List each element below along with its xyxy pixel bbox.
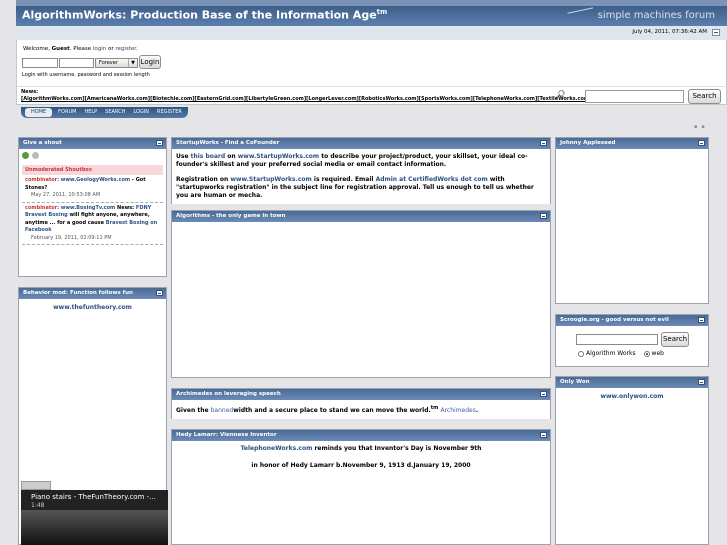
video-tab [21,481,51,490]
collapse-icon[interactable] [156,290,163,296]
startupworks-link[interactable]: www.StartupWorks.com [238,153,319,160]
hedy-line-1: TelephoneWorks.com reminds you that Inve… [240,445,482,452]
shoutbox-panel: Give a shout Unmoderated Shoutbox combin… [18,137,167,277]
unmoderated-label: Unmoderated Shoutbox [22,165,163,175]
menu-help[interactable]: HELP [80,107,101,118]
login-panel: Welcome, Guest. Please login or register… [16,40,727,86]
smiley-icon[interactable] [31,152,39,159]
news-links[interactable]: [AlgorithmWorks.com][AmericanaWorks.com]… [21,96,626,102]
page-tools-icons[interactable]: ▪▪ [694,124,709,130]
startup-paragraph-1: Use this board on www.StartupWorks.com t… [176,153,528,168]
login-button[interactable]: Login [139,55,161,69]
scroogle-panel: Scroogle.org - good versus not evil Sear… [555,314,709,367]
chevron-down-icon: ▼ [128,59,137,67]
collapse-header-icon[interactable] [712,29,720,36]
welcome-text: Welcome, Guest. Please login or register… [23,46,138,52]
telephoneworks-link[interactable]: TelephoneWorks.com [241,445,313,452]
scroogle-header: Scroogle.org - good versus not evil [556,315,708,326]
collapse-icon[interactable] [156,140,163,146]
login-link[interactable]: login [93,46,106,52]
shout-link[interactable]: www.GeologyWorks.com [61,177,130,183]
session-length-select[interactable]: Forever ▼ [95,58,138,68]
smf-logo: simple machines forum [567,7,715,21]
startupworks-link[interactable]: www.StartupWorks.com [230,176,311,183]
menu-register[interactable]: REGISTER [153,107,186,118]
startup-header: StartupWorks - Find a CoFounder [172,138,550,149]
forum-title: AlgorithmWorks: Production Base of the I… [22,8,388,22]
menu-forum[interactable]: FORUM [54,107,80,118]
shout-link[interactable]: www.BoxingTv.com [61,205,116,211]
smf-swoosh-icon [567,7,595,21]
shout-item: combinator: www.BoxingTv.com News: FDNY … [22,203,163,245]
banned-link[interactable]: banned [211,407,234,414]
archimedes-header: Archimedes on leveraging speech [172,389,550,400]
startup-paragraph-2: Registration on www.StartupWorks.com is … [176,176,534,199]
archimedes-panel: Archimedes on leveraging speech Given th… [171,388,551,419]
admin-email-link[interactable]: Admin at CertifiedWorks dot com [376,176,488,183]
username-input[interactable] [22,58,58,68]
archimedes-link[interactable]: Archimedes [440,407,475,414]
video-duration: 1:48 [31,502,45,509]
startup-panel: StartupWorks - Find a CoFounder Use this… [171,137,551,204]
hedy-line-2: in honor of Hedy Lamarr b.November 9, 19… [251,462,471,469]
menu-home[interactable]: HOME [25,108,53,117]
radio-web[interactable] [643,350,650,357]
this-board-link[interactable]: this board [191,153,226,160]
register-link[interactable]: register [115,46,136,52]
current-datetime: July 04, 2011, 07:36:42 AM [632,29,707,35]
video-title: Piano stairs - TheFunTheory.com -... [31,493,156,501]
main-menu: HOME FORUM HELP SEARCH LOGIN REGISTER [21,107,188,118]
shoutbox-header: Give a shout [19,138,166,149]
scroogle-search-button[interactable]: Search [661,332,689,347]
date-bar: July 04, 2011, 07:36:42 AM [16,26,727,40]
search-input[interactable] [585,90,684,103]
onlywon-header: Only Won [556,377,708,388]
password-input[interactable] [59,58,94,68]
behavior-header: Behavior mod: Function follows fun [19,288,166,299]
collapse-icon[interactable] [540,391,547,397]
johnny-header: Johnny Appleseed [556,138,708,149]
onlywon-link[interactable]: www.onlywon.com [600,393,663,400]
video-player[interactable]: Piano stairs - TheFunTheory.com -... 1:4… [21,481,168,545]
search-icon: 🔎︎ [555,90,566,99]
search-button[interactable]: Search [688,89,721,104]
menu-login[interactable]: LOGIN [129,107,153,118]
login-hint: Login with username, password and sessio… [22,72,150,78]
hedy-panel: Hedy Lamarr: Viennese Inventor Telephone… [171,429,551,545]
refresh-icon[interactable] [22,152,29,159]
collapse-icon[interactable] [698,140,705,146]
forum-header: AlgorithmWorks: Production Base of the I… [16,0,727,26]
collapse-icon[interactable] [540,140,547,146]
scroogle-search-input[interactable] [576,334,658,345]
algorithms-header: Algorithms - the only game in town [172,211,550,222]
collapse-icon[interactable] [698,379,705,385]
video-thumbnail [21,510,168,545]
algorithms-panel: Algorithms - the only game in town [171,210,551,378]
scroogle-options: Algorithm Works web [578,350,664,357]
hedy-header: Hedy Lamarr: Viennese Inventor [172,430,550,441]
radio-algorithm-works[interactable] [578,350,584,357]
menu-search[interactable]: SEARCH [101,107,129,118]
collapse-icon[interactable] [540,213,547,219]
shoutbox-toolbar [22,152,163,162]
funtheory-link[interactable]: www.thefuntheory.com [53,304,132,311]
johnny-panel: Johnny Appleseed [555,137,709,304]
collapse-icon[interactable] [698,317,705,323]
collapse-icon[interactable] [540,432,547,438]
shout-item: combinator: www.GeologyWorks.com - Got S… [22,175,163,203]
onlywon-panel: Only Won www.onlywon.com [555,376,709,545]
